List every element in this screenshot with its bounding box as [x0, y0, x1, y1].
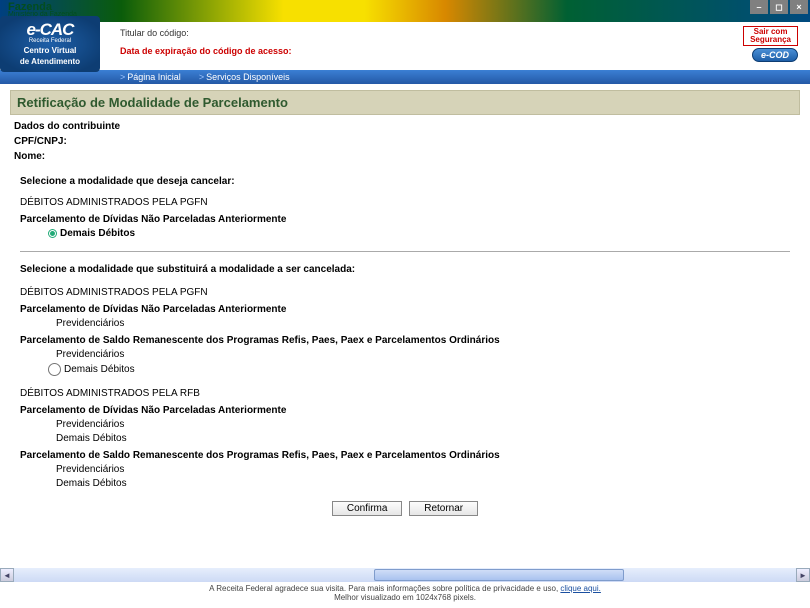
scroll-right-icon[interactable]: ► [796, 568, 810, 582]
nav-services-label: Serviços Disponíveis [206, 72, 290, 82]
titular-label: Titular do código: [120, 28, 189, 38]
radio-input[interactable] [48, 363, 61, 376]
cac-logo-cv2: de Atendimento [0, 57, 100, 66]
navbar: >Página Inicial >Serviços Disponíveis [0, 70, 810, 84]
main-content: Retificação de Modalidade de Parcelament… [0, 84, 810, 520]
cac-logo-rf: Receita Federal [0, 38, 100, 44]
radio-demais-label: Demais Débitos [60, 228, 135, 239]
cac-logo: e-CAC Receita Federal Centro Virtual de … [0, 16, 100, 72]
item-prev-3: Previdenciários [56, 419, 800, 430]
minimize-button[interactable]: – [750, 0, 768, 14]
logout-button[interactable]: Sair com Segurança [743, 26, 798, 46]
heading-parc-nao-1: Parcelamento de Dívidas Não Parceladas A… [20, 214, 800, 225]
instr-subst: Selecione a modalidade que substituirá a… [20, 264, 800, 275]
maximize-button[interactable]: ◻ [770, 0, 788, 14]
scroll-left-icon[interactable]: ◄ [0, 568, 14, 582]
expira-label: Data de expiração do código de acesso: [120, 46, 810, 56]
nav-home[interactable]: >Página Inicial [120, 72, 181, 82]
footer-text: A Receita Federal agradece sua visita. P… [209, 584, 560, 593]
item-demais-4: Demais Débitos [56, 478, 800, 489]
item-prev-1: Previdenciários [56, 318, 800, 329]
logout-line2: Segurança [750, 35, 791, 44]
instr-cancel: Selecione a modalidade que deseja cancel… [20, 176, 800, 187]
heading-parc-nao-3: Parcelamento de Dívidas Não Parceladas A… [20, 405, 800, 416]
radio-checked-icon [48, 229, 57, 238]
label-nome: Nome: [14, 151, 796, 162]
cac-logo-cv1: Centro Virtual [0, 46, 100, 55]
header-info: Titular do código: Data de expiração do … [120, 22, 810, 56]
heading-pgfn-2: DÉBITOS ADMINISTRADOS PELA PGFN [20, 287, 800, 298]
divider [20, 251, 790, 252]
app-header: e-CAC Receita Federal Centro Virtual de … [0, 22, 810, 70]
label-cpf: CPF/CNPJ: [14, 136, 796, 147]
nav-services[interactable]: >Serviços Disponíveis [199, 72, 290, 82]
window-controls: – ◻ × [750, 0, 808, 14]
horizontal-scrollbar[interactable]: ◄ ► [0, 568, 810, 582]
chevron-right-icon: > [199, 72, 204, 82]
item-prev-4: Previdenciários [56, 464, 800, 475]
return-button[interactable]: Retornar [409, 501, 478, 516]
nav-home-label: Página Inicial [127, 72, 181, 82]
os-topbar: Fazenda Ministério da Fazenda – ◻ × [0, 0, 810, 22]
button-row: Confirma Retornar [10, 501, 800, 516]
item-demais-3: Demais Débitos [56, 433, 800, 444]
close-button[interactable]: × [790, 0, 808, 14]
chevron-right-icon: > [120, 72, 125, 82]
heading-dados: Dados do contribuinte [14, 121, 796, 132]
cac-logo-text: e-CAC [0, 20, 100, 40]
footer-link[interactable]: clique aqui. [560, 584, 600, 593]
page-title: Retificação de Modalidade de Parcelament… [10, 90, 800, 115]
footer: A Receita Federal agradece sua visita. P… [0, 584, 810, 608]
radio-demais-selected[interactable]: Demais Débitos [48, 228, 800, 239]
item-prev-2: Previdenciários [56, 349, 800, 360]
scroll-thumb[interactable] [374, 569, 624, 581]
heading-parc-nao-2: Parcelamento de Dívidas Não Parceladas A… [20, 304, 800, 315]
scroll-track[interactable] [14, 568, 796, 582]
heading-parc-saldo-2: Parcelamento de Saldo Remanescente dos P… [20, 450, 800, 461]
radio-demais-2-label: Demais Débitos [64, 364, 135, 375]
heading-rfb: DÉBITOS ADMINISTRADOS PELA RFB [20, 388, 800, 399]
confirm-button[interactable]: Confirma [332, 501, 403, 516]
heading-parc-saldo-1: Parcelamento de Saldo Remanescente dos P… [20, 335, 800, 346]
heading-pgfn-1: DÉBITOS ADMINISTRADOS PELA PGFN [20, 197, 800, 208]
ecod-badge: e-COD [752, 48, 798, 62]
radio-demais-2[interactable]: Demais Débitos [48, 363, 800, 376]
